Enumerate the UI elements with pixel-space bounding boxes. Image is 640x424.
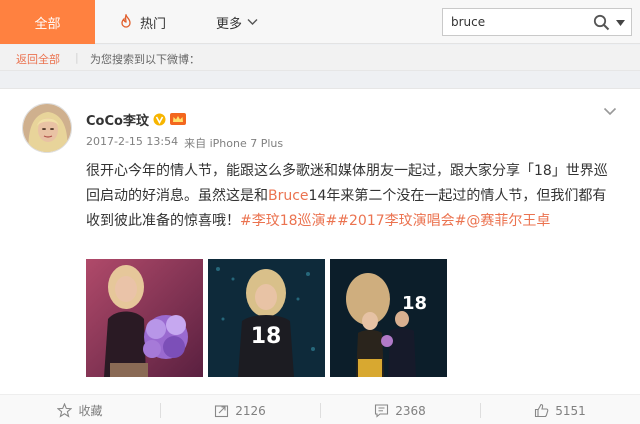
- photo-overlay-text: 18: [251, 324, 282, 349]
- thumbs-up-icon: [535, 403, 549, 418]
- back-to-all-link[interactable]: 返回全部: [16, 51, 60, 67]
- repost-icon: [215, 405, 229, 418]
- top-tab-bar: 全部 热门 更多: [0, 0, 640, 44]
- favorite-label: 收藏: [78, 404, 103, 418]
- tab-more[interactable]: 更多: [216, 0, 258, 44]
- tab-more-label: 更多: [216, 16, 243, 32]
- like-count: 5151: [555, 403, 586, 418]
- search-box: [442, 8, 632, 36]
- repost-count: 2126: [235, 403, 266, 418]
- keyword-highlight: Bruce: [268, 188, 309, 204]
- card-menu-chevron-icon[interactable]: [603, 107, 617, 116]
- mention-link[interactable]: @赛菲尔王卓: [466, 213, 550, 229]
- search-input[interactable]: [451, 13, 581, 31]
- post-time[interactable]: 2017-2-15 13:54: [86, 135, 178, 151]
- post-photo[interactable]: 18: [208, 259, 325, 377]
- post-source: 来自 iPhone 7 Plus: [184, 137, 284, 150]
- hashtag-link[interactable]: #李玟18巡演#: [240, 213, 337, 229]
- tab-all[interactable]: 全部: [0, 0, 95, 44]
- like-button[interactable]: 5151: [480, 395, 640, 424]
- post-photo[interactable]: 18: [330, 259, 447, 377]
- post-text: 很开心今年的情人节，能跟这么多歌迷和媒体朋友一起过，跟大家分享「18」世界巡回启…: [86, 159, 618, 234]
- breadcrumb-separator: |: [75, 51, 79, 64]
- avatar[interactable]: [22, 103, 72, 153]
- hashtag-link[interactable]: #2017李玟演唱会#: [337, 213, 466, 229]
- repost-button[interactable]: 2126: [160, 395, 320, 424]
- comment-icon: [375, 404, 389, 418]
- breadcrumb: 返回全部 | 为您搜索到以下微博：: [0, 45, 640, 71]
- photo-overlay-text: 18: [402, 293, 427, 314]
- comment-button[interactable]: 2368: [320, 395, 480, 424]
- search-icon[interactable]: [593, 14, 610, 31]
- crown-member-icon[interactable]: [169, 112, 187, 126]
- action-bar: 收藏 2126 2368 5151: [0, 394, 640, 424]
- star-icon: [57, 403, 73, 418]
- username[interactable]: CoCo李玟: [86, 110, 149, 129]
- verified-badge-icon: [153, 113, 166, 125]
- post-photo[interactable]: [86, 259, 203, 377]
- tab-hot[interactable]: 热门: [118, 0, 166, 44]
- user-row: CoCo李玟: [86, 109, 187, 129]
- tab-hot-label: 热门: [140, 16, 167, 32]
- search-dropdown-icon[interactable]: [616, 20, 625, 26]
- post-meta: 2017-2-15 13:54 来自 iPhone 7 Plus: [86, 135, 283, 151]
- comment-count: 2368: [395, 403, 426, 418]
- fire-icon: [121, 14, 131, 28]
- favorite-button[interactable]: 收藏: [0, 395, 160, 424]
- tab-all-label: 全部: [34, 16, 61, 32]
- chevron-down-icon: [247, 19, 258, 25]
- search-result-caption: 为您搜索到以下微博：: [90, 53, 200, 66]
- weibo-post-card: CoCo李玟 2017-2-15 13:54 来自 iPhone 7 Plus …: [0, 88, 640, 424]
